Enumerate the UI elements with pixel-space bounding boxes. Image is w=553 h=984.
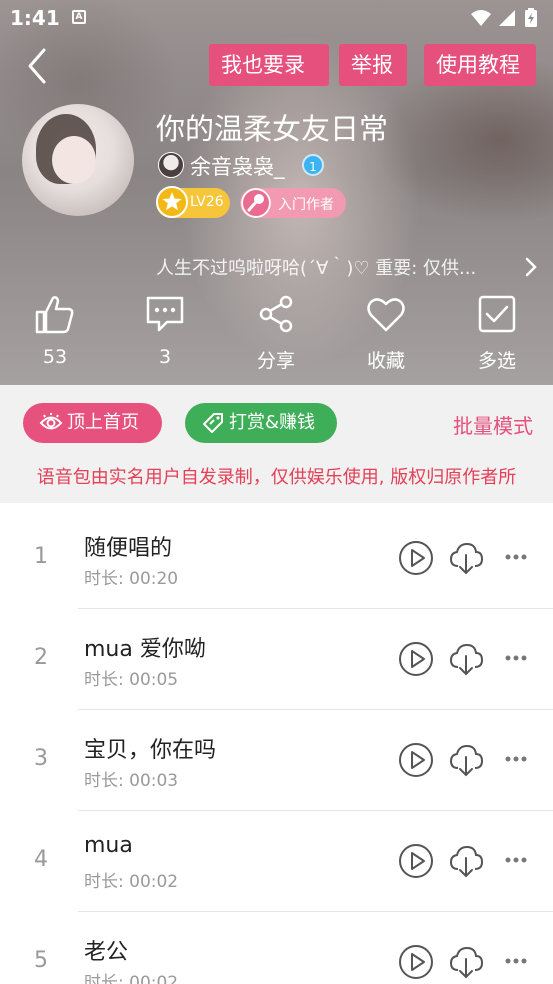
avatar-face <box>52 136 96 184</box>
status-icons <box>471 8 537 27</box>
heart-icon <box>367 298 405 332</box>
play-icon[interactable] <box>398 641 434 677</box>
thumbs-up-icon <box>35 296 74 334</box>
more-icon[interactable] <box>504 653 528 663</box>
list-item[interactable]: 4 mua 时长: 00:02 <box>0 811 553 912</box>
cloud-download-icon[interactable] <box>448 540 484 576</box>
like-count: 53 <box>42 346 68 368</box>
batch-mode-link[interactable]: 批量模式 <box>453 410 533 439</box>
level-badge: LV26 <box>156 186 230 218</box>
eye-icon <box>39 413 63 430</box>
cover-avatar[interactable] <box>22 104 134 216</box>
like-button[interactable]: 53 <box>13 292 97 372</box>
level-text: LV26 <box>190 194 224 210</box>
track-title: mua <box>84 833 133 858</box>
track-number: 3 <box>34 746 48 771</box>
cloud-download-icon[interactable] <box>448 843 484 879</box>
report-button[interactable]: 举报 <box>339 44 407 86</box>
track-title: 随便唱的 <box>84 536 173 561</box>
track-number: 1 <box>34 544 48 569</box>
more-icon[interactable] <box>504 754 528 764</box>
favorite-label: 收藏 <box>366 350 405 372</box>
checkbox-icon <box>478 295 516 333</box>
microphone-icon <box>241 188 271 218</box>
battery-icon <box>525 8 537 27</box>
track-duration: 时长: 00:20 <box>84 569 179 589</box>
top-homepage-label: 顶上首页 <box>67 412 139 433</box>
profile-header: 1:41 A 我也要录 举报 使用教程 你的温柔女友日常 余音袅袅_ 1 LV2… <box>0 0 553 385</box>
track-duration: 时长: 00:03 <box>84 771 179 791</box>
play-icon[interactable] <box>398 742 434 778</box>
star-icon <box>156 186 188 218</box>
more-icon[interactable] <box>504 956 528 966</box>
status-time: 1:41 <box>10 6 60 30</box>
cloud-download-icon[interactable] <box>448 641 484 677</box>
comment-count: 3 <box>158 346 172 368</box>
status-bar: 1:41 A <box>0 0 553 36</box>
record-button[interactable]: 我也要录 <box>209 44 329 86</box>
role-badge: 入门作者 <box>240 188 346 218</box>
copyright-notice: 语音包由实名用户自发录制，仅供娱乐使用, 版权归原作者所 <box>36 467 517 488</box>
chevron-right-icon <box>525 257 537 277</box>
track-title: mua 爱你呦 <box>84 637 206 662</box>
comment-icon <box>146 296 184 332</box>
notification-icon: A <box>72 10 86 24</box>
role-text: 入门作者 <box>278 197 334 213</box>
top-homepage-button[interactable]: 顶上首页 <box>23 403 162 443</box>
share-icon <box>259 295 293 333</box>
share-button[interactable]: 分享 <box>234 292 318 372</box>
track-duration: 时长: 00:05 <box>84 670 179 690</box>
tutorial-button[interactable]: 使用教程 <box>424 44 536 86</box>
page-title: 你的温柔女友日常 <box>156 112 389 146</box>
multi-select-button[interactable]: 多选 <box>455 292 539 372</box>
reward-button[interactable]: 打赏&赚钱 <box>185 403 337 443</box>
description-row[interactable]: 人生不过呜啦呀哈(´∀｀)♡ 重要: 仅供... <box>156 254 540 280</box>
cloud-download-icon[interactable] <box>448 944 484 980</box>
track-duration: 时长: 00:02 <box>84 872 179 892</box>
verified-badge-icon: 1 <box>302 154 324 176</box>
track-title: 老公 <box>84 940 129 965</box>
cloud-download-icon[interactable] <box>448 742 484 778</box>
more-icon[interactable] <box>504 855 528 865</box>
list-item[interactable]: 2 mua 爱你呦 时长: 00:05 <box>0 609 553 710</box>
reward-label: 打赏&赚钱 <box>229 412 316 433</box>
toolbar: 顶上首页 打赏&赚钱 批量模式 语音包由实名用户自发录制，仅供娱乐使用, 版权归… <box>0 385 553 503</box>
list-item[interactable]: 5 老公 时长: 00:02 <box>0 912 553 984</box>
track-number: 2 <box>34 645 48 670</box>
list-item[interactable]: 3 宝贝，你在吗 时长: 00:03 <box>0 710 553 811</box>
share-label: 分享 <box>256 350 295 372</box>
favorite-button[interactable]: 收藏 <box>344 292 428 372</box>
play-icon[interactable] <box>398 843 434 879</box>
track-duration: 时长: 00:02 <box>84 973 179 984</box>
list-item[interactable]: 1 随便唱的 时长: 00:20 <box>0 508 553 609</box>
signal-icon <box>499 10 515 26</box>
track-title: 宝贝，你在吗 <box>84 738 217 763</box>
track-number: 4 <box>34 847 48 872</box>
author-name[interactable]: 余音袅袅_ <box>190 151 285 181</box>
wifi-icon <box>471 10 491 26</box>
play-icon[interactable] <box>398 540 434 576</box>
description-text: 人生不过呜啦呀哈(´∀｀)♡ 重要: 仅供... <box>156 258 477 279</box>
track-number: 5 <box>34 948 48 973</box>
play-icon[interactable] <box>398 944 434 980</box>
back-button[interactable] <box>22 44 56 88</box>
comment-button[interactable]: 3 <box>123 292 207 372</box>
multi-select-label: 多选 <box>477 350 516 372</box>
tag-icon <box>203 413 223 433</box>
author-avatar[interactable] <box>158 152 184 178</box>
more-icon[interactable] <box>504 552 528 562</box>
